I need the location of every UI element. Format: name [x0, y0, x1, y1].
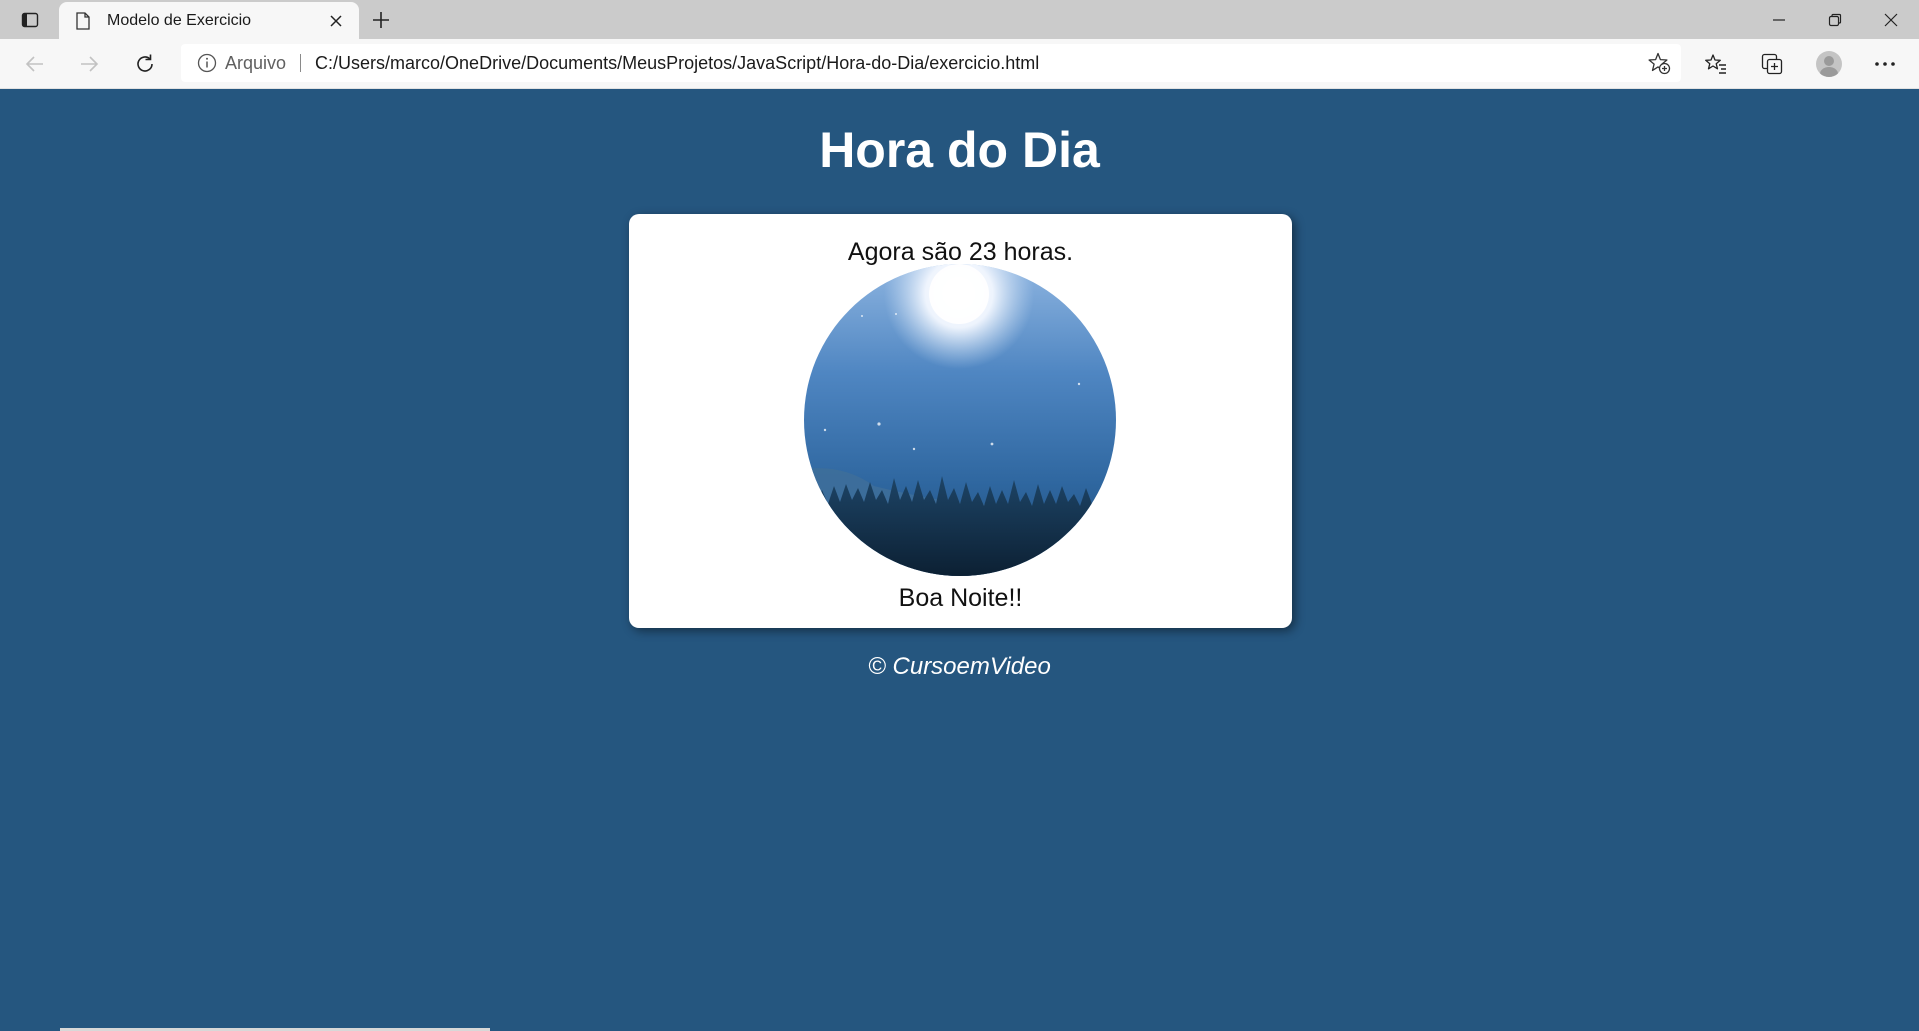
collections-button[interactable] — [1754, 46, 1790, 82]
more-button[interactable] — [1867, 46, 1903, 82]
plus-icon — [373, 12, 389, 28]
collections-icon — [1761, 53, 1783, 75]
page-icon — [73, 11, 93, 31]
back-arrow-icon — [25, 56, 43, 72]
new-tab-button[interactable] — [364, 4, 398, 36]
window-controls — [1751, 0, 1919, 39]
refresh-button[interactable] — [127, 46, 163, 82]
greeting-message: Boa Noite!! — [898, 584, 1023, 612]
refresh-icon — [137, 54, 153, 72]
url-text[interactable]: C:/Users/marco/OneDrive/Documents/MeusPr… — [315, 53, 1039, 74]
page-title: Hora do Dia — [819, 122, 1100, 178]
restore-icon — [1828, 13, 1842, 26]
tab-title: Modelo de Exercicio — [107, 11, 252, 29]
night-sky-image — [804, 264, 1116, 576]
star-plus-icon — [1648, 52, 1671, 75]
restore-button[interactable] — [1807, 0, 1863, 39]
close-window-button[interactable] — [1863, 0, 1919, 39]
more-icon — [1875, 62, 1895, 66]
close-icon — [1884, 13, 1898, 26]
time-message: Agora são 23 horas. — [847, 238, 1074, 266]
address-bar[interactable]: Arquivo C:/Users/marco/OneDrive/Document… — [181, 44, 1681, 82]
browser-tab-active[interactable]: Modelo de Exercicio — [59, 2, 359, 39]
close-icon — [330, 14, 342, 27]
url-scheme-label: Arquivo — [225, 52, 287, 73]
browser-toolbar: Arquivo C:/Users/marco/OneDrive/Document… — [0, 39, 1919, 89]
content-card: Agora são 23 horas. Boa Noite!! — [629, 214, 1292, 628]
add-favorite-button[interactable] — [1647, 51, 1671, 75]
close-tab-button[interactable] — [325, 10, 347, 32]
forward-arrow-icon — [81, 56, 99, 72]
tab-actions-button[interactable] — [10, 4, 50, 36]
back-button[interactable] — [17, 46, 53, 82]
address-separator — [300, 54, 302, 72]
info-icon[interactable] — [197, 53, 217, 73]
minimize-icon — [1773, 18, 1785, 21]
tab-actions-icon — [21, 12, 39, 28]
profile-button[interactable] — [1811, 46, 1847, 82]
page-body: Hora do Dia Agora são 23 horas. Boa Noit… — [0, 89, 1919, 1031]
minimize-button[interactable] — [1751, 0, 1807, 39]
favorites-button[interactable] — [1698, 46, 1734, 82]
browser-titlebar: Modelo de Exercicio — [0, 0, 1919, 39]
forward-button[interactable] — [71, 46, 107, 82]
favorites-icon — [1705, 54, 1726, 74]
avatar — [1816, 51, 1842, 77]
page-footer: © CursoemVideo — [868, 653, 1051, 680]
